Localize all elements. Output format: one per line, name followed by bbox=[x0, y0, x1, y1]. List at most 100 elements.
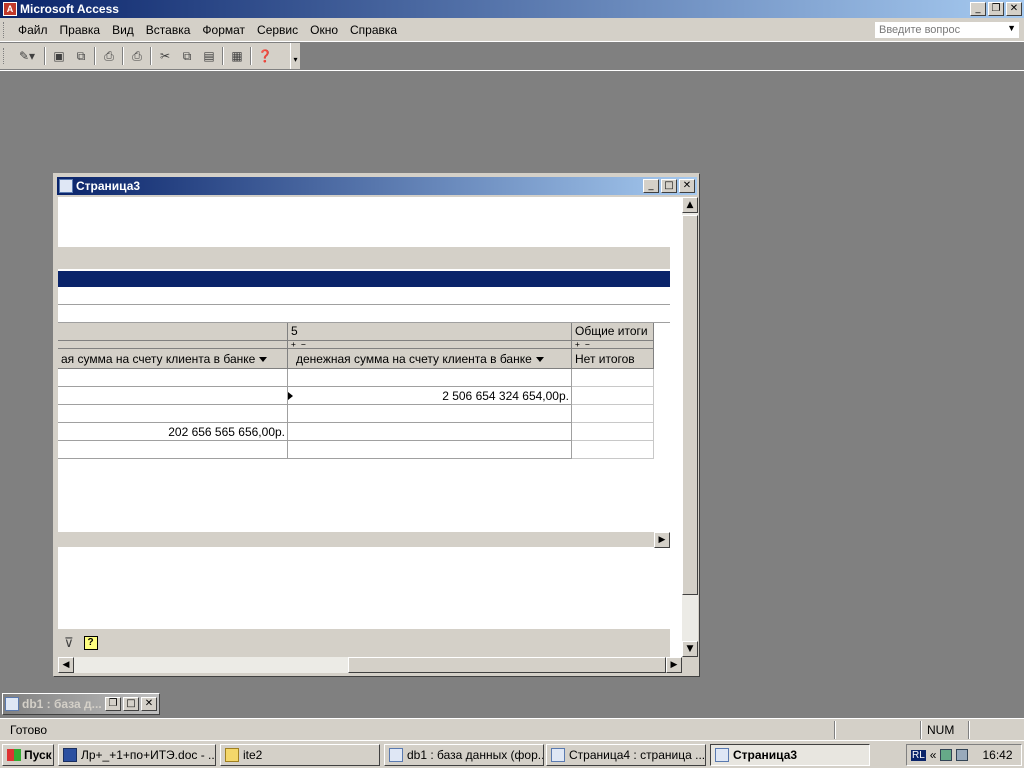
language-indicator[interactable]: RL bbox=[911, 749, 926, 761]
pivot-cell[interactable] bbox=[58, 441, 288, 459]
child-maximize-button[interactable]: □ bbox=[661, 179, 677, 193]
restore-button[interactable]: ❐ bbox=[988, 2, 1004, 16]
data-access-page-icon[interactable] bbox=[59, 179, 73, 193]
menu-tools[interactable]: Сервис bbox=[251, 23, 304, 37]
clock[interactable]: 16:42 bbox=[982, 748, 1012, 762]
taskbar-item-folder[interactable]: ite2 bbox=[220, 744, 380, 766]
pivot-horizontal-scrollbar[interactable]: ▶ bbox=[58, 531, 670, 548]
dropdown-arrow-icon[interactable] bbox=[259, 357, 268, 363]
cut-icon[interactable]: ✂ bbox=[154, 46, 176, 66]
pivot-cell[interactable] bbox=[288, 405, 572, 423]
app-title: Microsoft Access bbox=[20, 2, 119, 16]
scroll-thumb[interactable] bbox=[348, 657, 666, 673]
paste-icon[interactable]: ▤ bbox=[198, 46, 220, 66]
page-navigation-bar: ⊽ ? bbox=[58, 629, 670, 657]
measure-header-right[interactable]: денежная сумма на счету клиента в банке bbox=[288, 349, 572, 369]
pivot-cell[interactable] bbox=[288, 423, 572, 441]
taskbar-item-db1[interactable]: db1 : база данных (фор... bbox=[384, 744, 544, 766]
taskbar-item-page4[interactable]: Страница4 : страница ... bbox=[546, 744, 706, 766]
minimized-db-window[interactable]: db1 : база д... ❐ □ ✕ bbox=[2, 693, 160, 715]
scroll-up-icon[interactable]: ▲ bbox=[682, 197, 698, 213]
selected-section-band[interactable] bbox=[58, 271, 670, 287]
windows-logo-icon bbox=[7, 749, 21, 761]
maximize-button[interactable]: □ bbox=[123, 697, 139, 711]
restore-button[interactable]: ❐ bbox=[105, 697, 121, 711]
blank-row bbox=[58, 287, 670, 305]
chevron-down-icon[interactable]: ▼ bbox=[1007, 23, 1016, 33]
database-window-icon[interactable]: ▦ bbox=[226, 46, 248, 66]
toolbar-separator bbox=[222, 47, 224, 65]
column-field-value[interactable]: 5 bbox=[288, 323, 572, 341]
scroll-right-icon[interactable]: ▶ bbox=[654, 532, 670, 548]
scroll-thumb[interactable] bbox=[682, 215, 698, 595]
pivot-cell[interactable]: 202 656 565 656,00р. bbox=[58, 423, 288, 441]
minimize-button[interactable]: _ bbox=[970, 2, 986, 16]
access-page-icon bbox=[715, 748, 729, 762]
menu-grip[interactable] bbox=[3, 21, 6, 38]
save-icon[interactable]: ▣ bbox=[48, 46, 70, 66]
close-button[interactable]: ✕ bbox=[1006, 2, 1022, 16]
horizontal-scrollbar[interactable]: ◀ ▶ bbox=[58, 657, 682, 673]
collapse-icon[interactable]: − bbox=[585, 341, 590, 348]
close-button[interactable]: ✕ bbox=[141, 697, 157, 711]
help-icon[interactable]: ❓ bbox=[254, 46, 276, 66]
pivot-cell[interactable] bbox=[288, 441, 572, 459]
menu-window[interactable]: Окно bbox=[304, 23, 344, 37]
child-minimize-button[interactable]: _ bbox=[643, 179, 659, 193]
volume-icon[interactable] bbox=[956, 749, 969, 761]
taskbar-item-label: Страница3 bbox=[733, 748, 798, 762]
child-close-button[interactable]: ✕ bbox=[679, 179, 695, 193]
page-canvas: 5 Общие итоги + − + − ая сумма на счету … bbox=[58, 197, 682, 673]
pivot-cell[interactable]: 2 506 654 324 654,00р. bbox=[288, 387, 572, 405]
pivot-cell[interactable] bbox=[288, 369, 572, 387]
toolbar-options-button[interactable]: ▾ bbox=[290, 43, 300, 69]
page-window-title-bar[interactable]: Страница3 _ □ ✕ bbox=[57, 177, 697, 195]
expand-icon[interactable]: + bbox=[575, 341, 580, 348]
menu-edit[interactable]: Правка bbox=[54, 23, 107, 37]
system-tray: RL « 16:42 bbox=[906, 744, 1022, 766]
scroll-right-icon[interactable]: ▶ bbox=[666, 657, 682, 673]
toolbar-grip[interactable] bbox=[3, 48, 6, 64]
status-separator bbox=[834, 721, 836, 739]
scroll-down-icon[interactable]: ▼ bbox=[682, 641, 698, 657]
grand-total-header[interactable]: Общие итоги bbox=[572, 323, 654, 341]
dropdown-arrow-icon[interactable] bbox=[535, 357, 544, 363]
design-view-icon[interactable]: ✎▾ bbox=[12, 46, 42, 66]
toolbar-separator bbox=[94, 47, 96, 65]
total-cell bbox=[572, 387, 654, 405]
print-icon[interactable]: ⎙ bbox=[126, 46, 148, 66]
vertical-scrollbar[interactable]: ▲ ▼ bbox=[682, 197, 698, 657]
chevron-left-icon[interactable]: « bbox=[930, 748, 937, 762]
menu-format[interactable]: Формат bbox=[196, 23, 251, 37]
taskbar-item-page3[interactable]: Страница3 bbox=[710, 744, 870, 766]
page-window-title: Страница3 bbox=[76, 179, 141, 193]
collapse-icon[interactable]: − bbox=[301, 341, 306, 348]
help-icon[interactable]: ? bbox=[83, 636, 98, 650]
blank-row bbox=[58, 305, 670, 323]
scrollbar-corner bbox=[682, 657, 698, 673]
copy-icon[interactable]: ⧉ bbox=[176, 46, 198, 66]
menu-view[interactable]: Вид bbox=[106, 23, 140, 37]
filter-icon[interactable]: ⊽ bbox=[64, 636, 74, 651]
pivot-cell[interactable] bbox=[58, 405, 288, 423]
menu-file[interactable]: Файл bbox=[12, 23, 54, 37]
network-icon[interactable] bbox=[940, 749, 953, 761]
expand-icon[interactable]: + bbox=[291, 341, 296, 348]
access-icon[interactable]: A bbox=[3, 2, 17, 16]
menu-bar: Файл Правка Вид Вставка Формат Сервис Ок… bbox=[0, 18, 1024, 42]
toolbar-separator bbox=[250, 47, 252, 65]
web-page-preview-icon[interactable]: ⧉ bbox=[70, 46, 92, 66]
expand-row-blank bbox=[58, 341, 288, 349]
ask-question-box[interactable]: Введите вопрос ▼ bbox=[874, 21, 1020, 39]
toolbar-separator bbox=[44, 47, 46, 65]
menu-help[interactable]: Справка bbox=[344, 23, 403, 37]
start-button[interactable]: Пуск bbox=[2, 744, 54, 766]
pivot-cell[interactable] bbox=[58, 387, 288, 405]
pivot-cell[interactable] bbox=[58, 369, 288, 387]
print-preview-icon[interactable]: ⎙ bbox=[98, 46, 120, 66]
total-cell bbox=[572, 405, 654, 423]
taskbar-item-word-doc[interactable]: Лр+_+1+по+ИТЭ.doc - ... bbox=[58, 744, 216, 766]
measure-header-left[interactable]: ая сумма на счету клиента в банке bbox=[58, 349, 288, 369]
menu-insert[interactable]: Вставка bbox=[140, 23, 197, 37]
scroll-left-icon[interactable]: ◀ bbox=[58, 657, 74, 673]
